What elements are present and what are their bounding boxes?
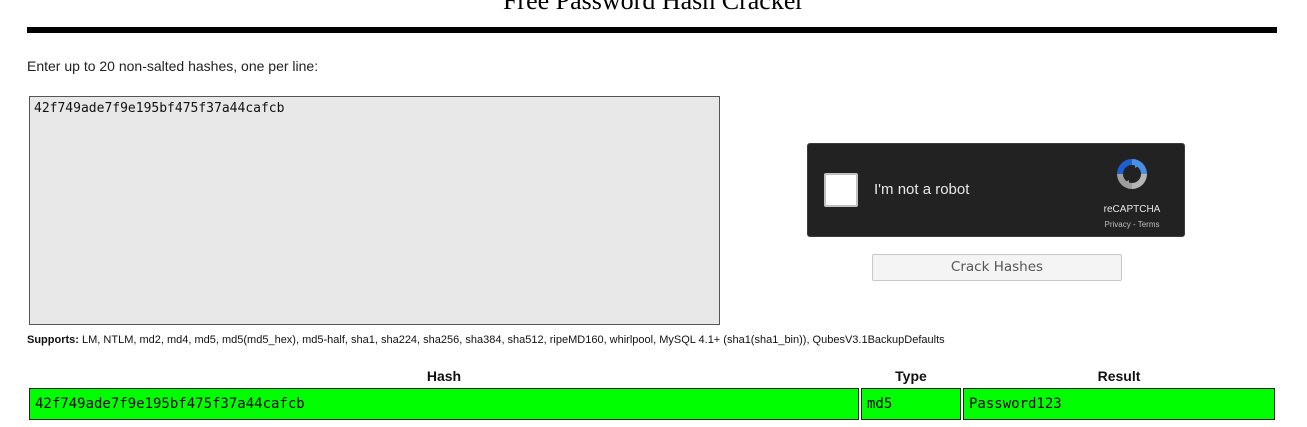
cell-result: Password123 (963, 388, 1275, 420)
supports-list: LM, NTLM, md2, md4, md5, md5(md5_hex), m… (82, 334, 945, 346)
recaptcha-privacy-terms-links[interactable]: Privacy - Terms (1082, 220, 1182, 229)
results-table: Hash Type Result 42f749ade7f9e195bf475f3… (27, 364, 1277, 422)
supports-label: Supports: (27, 334, 79, 346)
cell-hash: 42f749ade7f9e195bf475f37a44cafcb (29, 388, 859, 420)
instructions-text: Enter up to 20 non-salted hashes, one pe… (27, 58, 319, 74)
recaptcha-widget: I'm not a robot reCAPTCHA Privacy - Term… (807, 143, 1185, 237)
page-title: Free Password Hash Cracker (502, 0, 805, 15)
recaptcha-logo-icon (1117, 159, 1147, 189)
column-header-hash: Hash (426, 368, 462, 384)
recaptcha-checkbox[interactable] (824, 173, 858, 207)
supported-formats: Supports: LM, NTLM, md2, md4, md5, md5(m… (27, 334, 945, 346)
table-row: 42f749ade7f9e195bf475f37a44cafcb md5 Pas… (29, 388, 1275, 420)
crack-hashes-button[interactable]: Crack Hashes (872, 254, 1122, 281)
title-divider (27, 27, 1277, 33)
results-header-row: Hash Type Result (29, 366, 1275, 386)
recaptcha-brand-label: reCAPTCHA (1103, 204, 1161, 215)
cell-type: md5 (861, 388, 961, 420)
column-header-type: Type (895, 368, 927, 384)
hash-input-textarea[interactable]: 42f749ade7f9e195bf475f37a44cafcb (29, 96, 720, 325)
column-header-result: Result (1097, 368, 1141, 384)
recaptcha-label: I'm not a robot (874, 181, 970, 198)
